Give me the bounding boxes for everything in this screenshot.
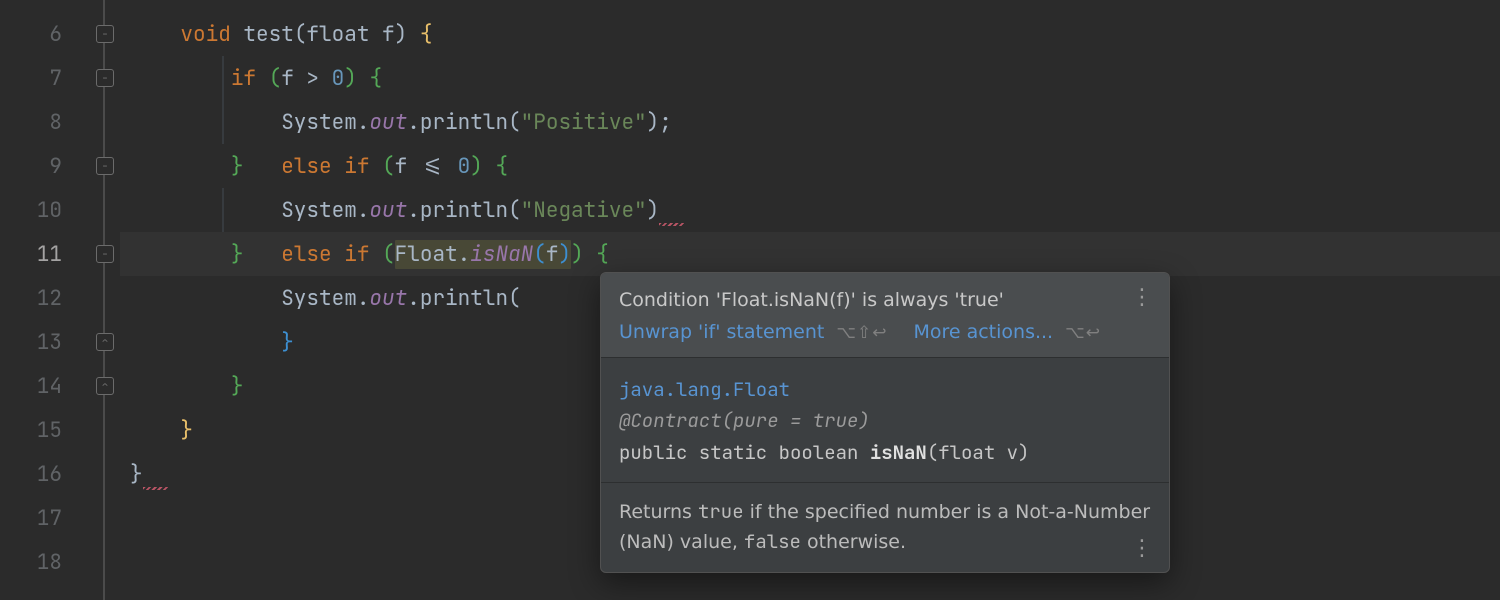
- fold-end-icon[interactable]: ⌃: [96, 377, 114, 395]
- shortcut-hint: ⌥⇧↩: [836, 323, 887, 343]
- brace: }: [130, 461, 143, 488]
- number: 0: [458, 153, 471, 180]
- line-number: 10: [0, 188, 90, 232]
- line-number-current: 11: [0, 232, 90, 276]
- method-signature: public static boolean isNaN(float v): [619, 437, 1151, 468]
- string-literal: "Negative": [521, 197, 647, 224]
- method-name: test: [243, 21, 293, 48]
- line-number: 15: [0, 408, 90, 452]
- line-number: 14: [0, 364, 90, 408]
- brace: }: [231, 373, 244, 400]
- popup-description: ⋮ Returns true if the specified number i…: [601, 482, 1169, 572]
- line-number: 9: [0, 144, 90, 188]
- method-call: println: [420, 109, 508, 136]
- expr: f >: [281, 65, 331, 92]
- code-line[interactable]: if ( f > 0 ) {: [120, 56, 1500, 100]
- popup-header: ⋮ Condition 'Float.isNaN(f)' is always '…: [601, 273, 1169, 357]
- line-number: 16: [0, 452, 90, 496]
- line-number: 12: [0, 276, 90, 320]
- warning-squiggle[interactable]: [143, 461, 168, 488]
- fold-toggle-icon[interactable]: −: [96, 25, 114, 43]
- keyword: void: [180, 21, 230, 48]
- fold-toggle-icon[interactable]: −: [96, 157, 114, 175]
- brace: }: [231, 153, 244, 180]
- fqn-link[interactable]: java.lang.Float: [619, 374, 1151, 405]
- brace: {: [596, 241, 609, 268]
- keyword: if: [231, 65, 256, 92]
- line-number: 7: [0, 56, 90, 100]
- brace: {: [420, 21, 433, 48]
- inspection-popup[interactable]: ⋮ Condition 'Float.isNaN(f)' is always '…: [600, 272, 1170, 573]
- keyword: else if: [281, 153, 369, 180]
- code-line[interactable]: void test (float f) {: [120, 12, 1500, 56]
- unwrap-if-action[interactable]: Unwrap 'if' statement: [619, 321, 824, 343]
- paren: ): [470, 153, 495, 180]
- fold-toggle-icon[interactable]: −: [96, 245, 114, 263]
- code-line[interactable]: System . out . println ( "Positive" ) ;: [120, 100, 1500, 144]
- more-icon[interactable]: ⋮: [1131, 287, 1153, 309]
- code-line[interactable]: } else if ( f <= 0 ) {: [120, 144, 1500, 188]
- brace: }: [180, 417, 193, 444]
- paren: (: [382, 153, 395, 180]
- inspection-message: Condition 'Float.isNaN(f)' is always 'tr…: [619, 289, 1151, 311]
- line-number: 8: [0, 100, 90, 144]
- more-icon[interactable]: ⋮: [1131, 538, 1153, 560]
- paren: ): [344, 65, 369, 92]
- quickfix-actions: Unwrap 'if' statement ⌥⇧↩ More actions..…: [619, 321, 1151, 343]
- brace: {: [495, 153, 508, 180]
- shortcut-hint: ⌥↩: [1065, 323, 1101, 343]
- brace: {: [369, 65, 382, 92]
- number: 0: [332, 65, 345, 92]
- warning-squiggle[interactable]: [659, 197, 684, 224]
- paren: (: [269, 65, 282, 92]
- line-number: 18: [0, 540, 90, 584]
- static-field: out: [369, 109, 407, 136]
- line-number: 6: [0, 12, 90, 56]
- fold-column: − − − − ⌃ ⌃: [90, 0, 120, 600]
- keyword: else if: [281, 241, 369, 268]
- inspection-highlight[interactable]: Float.isNaN(f): [395, 240, 571, 269]
- gutter: 6 7 8 9 10 11 12 13 14 15 16 17 18: [0, 0, 90, 600]
- line-number: 17: [0, 496, 90, 540]
- string-literal: "Positive": [521, 109, 647, 136]
- brace: }: [281, 329, 294, 356]
- popup-signature: java.lang.Float @Contract(pure = true) p…: [601, 357, 1169, 482]
- line-number: 13: [0, 320, 90, 364]
- code-line[interactable]: System . out . println ( "Negative" ): [120, 188, 1500, 232]
- class-ref: System: [281, 109, 357, 136]
- annotation: @Contract(pure = true): [619, 405, 1151, 436]
- more-actions-link[interactable]: More actions...: [913, 321, 1053, 343]
- params: (float f): [294, 21, 420, 48]
- fold-end-icon[interactable]: ⌃: [96, 333, 114, 351]
- brace: }: [231, 241, 244, 268]
- fold-toggle-icon[interactable]: −: [96, 69, 114, 87]
- code-line-current[interactable]: } else if ( Float.isNaN(f) ) {: [120, 232, 1500, 276]
